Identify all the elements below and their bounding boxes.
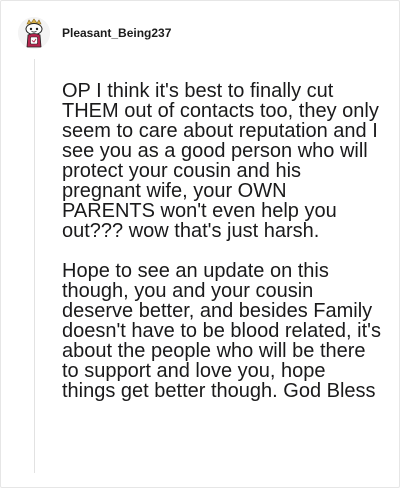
username[interactable]: Pleasant_Being237 [62,26,171,40]
comment-card: Pleasant_Being237 OP I think it's best t… [0,0,400,488]
thread-line[interactable] [34,59,35,473]
snoo-avatar-icon[interactable] [18,17,50,49]
comment-paragraph: OP I think it's best to finally cut THEM… [62,80,379,242]
comment-header: Pleasant_Being237 [18,15,171,51]
comment-paragraph: Hope to see an update on this though, yo… [62,260,381,402]
comment-body: OP I think it's best to finally cut THEM… [62,81,382,401]
avatar-graphic [18,17,50,49]
